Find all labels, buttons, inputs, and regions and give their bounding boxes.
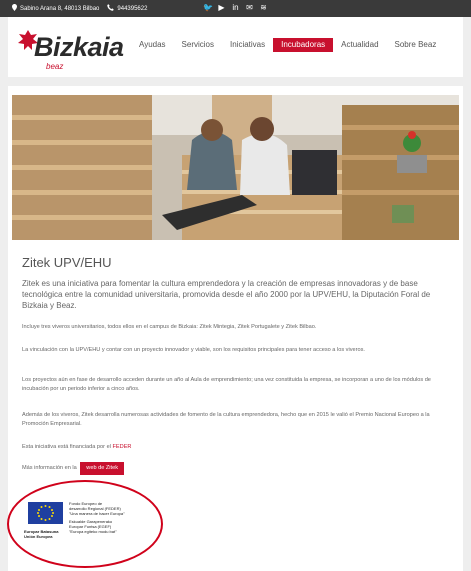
location-pin-icon — [12, 4, 17, 13]
intro-paragraph: Zitek es una iniciativa para fomentar la… — [22, 279, 431, 310]
nav-item-servicios[interactable]: Servicios — [174, 38, 222, 52]
zitek-web-button[interactable]: web de Zitek — [80, 462, 125, 475]
more-info-prefix: Más información en la — [22, 465, 77, 471]
logo-wordmark: Bizkaia — [34, 32, 124, 62]
feder-link[interactable]: FEDER — [113, 444, 132, 450]
nav-item-incubadoras[interactable]: Incubadoras — [273, 38, 334, 52]
paragraph-requisitos: La vinculación con la UPV/EHU y contar c… — [22, 347, 365, 353]
site-header: Bizkaia beaz Ayudas Servicios Iniciativa… — [8, 17, 463, 77]
nav-item-sobre-beaz[interactable]: Sobre Beaz — [387, 38, 445, 52]
social-links: 🐦 ▶ in ✉ ≋ — [203, 3, 268, 13]
bizkaia-logo[interactable]: Bizkaia beaz — [18, 26, 128, 71]
paragraph-viveros: Incluye tres viveros universitarios, tod… — [22, 324, 317, 330]
page-title: Zitek UPV/EHU — [22, 255, 112, 270]
twitter-icon[interactable]: 🐦 — [203, 3, 213, 13]
phone-icon — [107, 4, 115, 13]
paragraph-actividades: Además de los viveros, Zitek desarrolla … — [22, 412, 430, 427]
main-content: Zitek UPV/EHU Zitek es una iniciativa pa… — [7, 86, 463, 571]
highlight-annotation — [7, 480, 163, 568]
hero-image — [12, 95, 459, 240]
address-block: Sabino Arana 8, 48013 Bilbao — [12, 4, 99, 13]
paragraph-feder: Esta iniciativa está financiada por el F… — [22, 443, 454, 452]
nav-item-ayudas[interactable]: Ayudas — [131, 38, 174, 52]
email-icon[interactable]: ✉ — [245, 3, 254, 13]
paragraph-more-info: Más información en la web de Zitek — [22, 462, 454, 475]
address-text: Sabino Arana 8, 48013 Bilbao — [20, 5, 100, 12]
top-bar: Sabino Arana 8, 48013 Bilbao 944395622 🐦… — [0, 0, 471, 17]
linkedin-icon[interactable]: in — [231, 3, 240, 13]
feder-prefix: Esta iniciativa está financiada por el — [22, 444, 111, 450]
rss-icon[interactable]: ≋ — [259, 3, 268, 13]
phone-text: 944395622 — [117, 5, 148, 12]
nav-item-iniciativas[interactable]: Iniciativas — [222, 38, 273, 52]
phone-block[interactable]: 944395622 — [107, 4, 147, 13]
youtube-icon[interactable]: ▶ — [217, 3, 226, 13]
paragraph-proyectos: Los proyectos aún en fase de desarrollo … — [22, 377, 431, 392]
logo-subtitle: beaz — [46, 62, 64, 71]
main-nav: Ayudas Servicios Iniciativas Incubadoras… — [131, 38, 444, 52]
nav-item-actualidad[interactable]: Actualidad — [333, 38, 386, 52]
